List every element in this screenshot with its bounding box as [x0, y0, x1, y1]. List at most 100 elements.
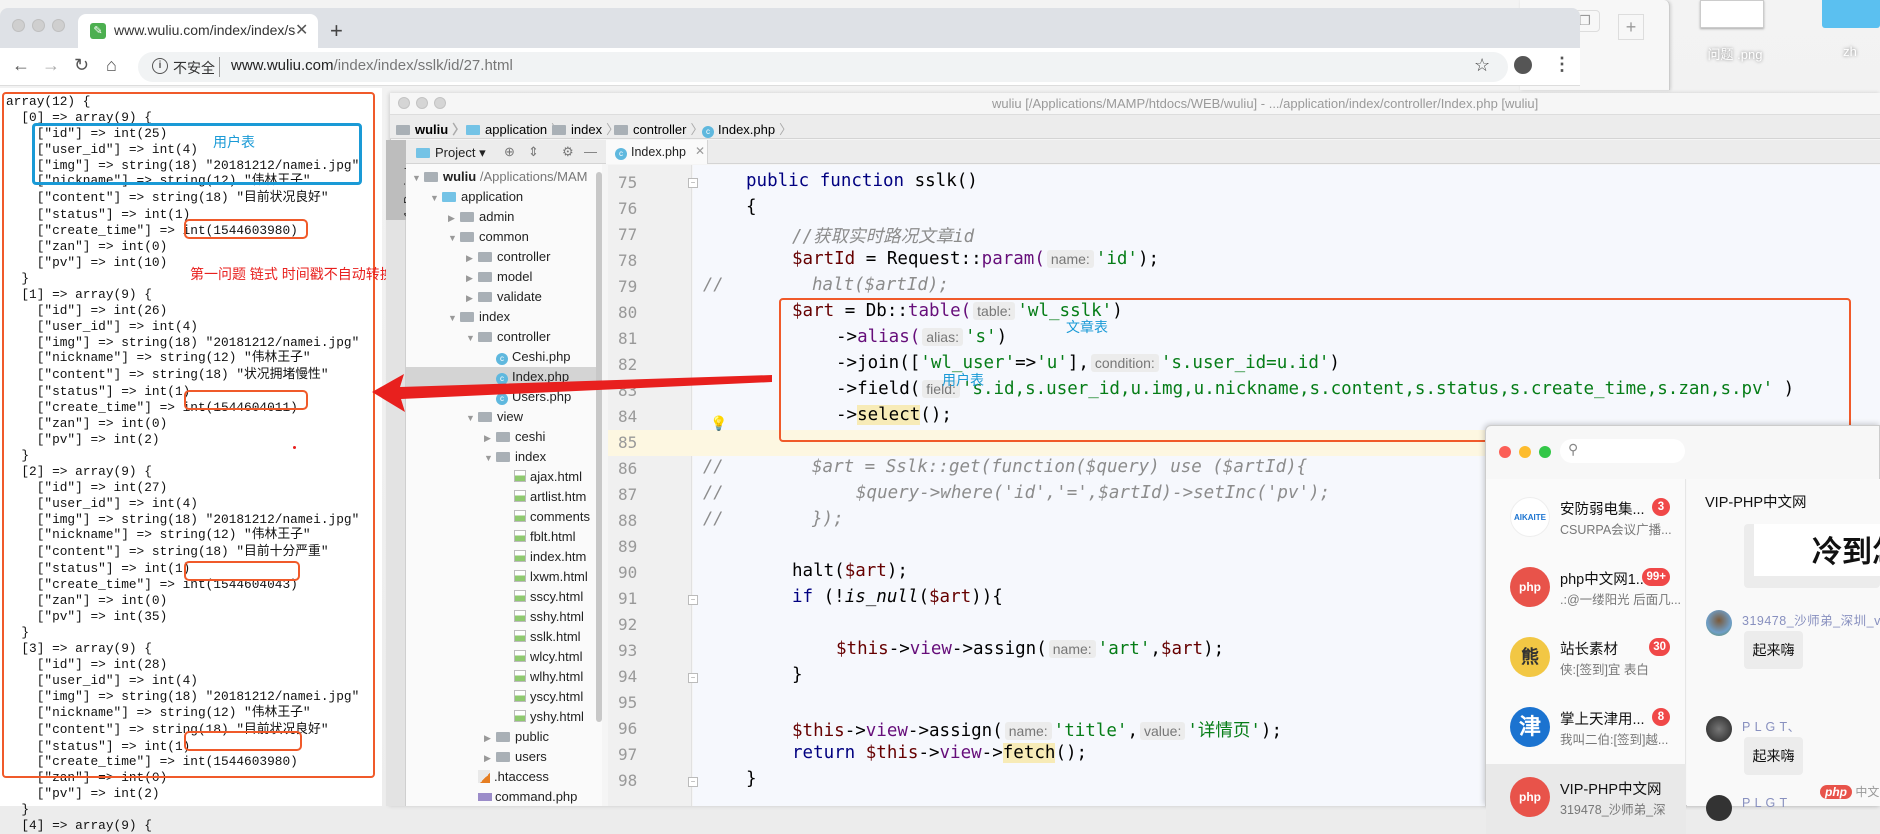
chat-minimize-button[interactable]: [1519, 446, 1531, 458]
tree-item[interactable]: artlist.htm: [502, 487, 586, 507]
conversation-item[interactable]: 津掌上天津用... 我叫二伯:[签到]越... 8: [1486, 694, 1686, 764]
collapse-arrow-icon[interactable]: ▶: [484, 728, 496, 748]
ide-close-button[interactable]: [398, 97, 410, 109]
tab-close-icon[interactable]: ✕: [295, 20, 308, 40]
desktop-file-thumbnail[interactable]: [1700, 0, 1764, 28]
tree-item[interactable]: ▼ controller: [466, 327, 550, 347]
tree-item[interactable]: comments: [502, 507, 590, 527]
security-label[interactable]: 不安全: [173, 58, 215, 78]
tree-item[interactable]: c Ceshi.php: [484, 347, 571, 367]
expand-arrow-icon[interactable]: ▼: [466, 328, 478, 348]
breadcrumb-item[interactable]: index 〉: [552, 119, 619, 138]
message-bubble[interactable]: 起来嗨: [1744, 737, 1803, 775]
collapse-arrow-icon[interactable]: ▶: [484, 748, 496, 768]
message-sender: 319478_沙师弟_深圳_vip3: [1742, 614, 1880, 628]
chat-close-button[interactable]: [1499, 446, 1511, 458]
more-vert-icon[interactable]: ⋮: [1553, 54, 1571, 75]
close-icon[interactable]: ✕: [695, 144, 705, 158]
tree-item[interactable]: ▶ validate: [466, 287, 542, 307]
conversation-item[interactable]: 熊站长素材 侠:[签到]宜 表白 30: [1486, 624, 1686, 694]
conversation-item[interactable]: AIKAITE 安防弱电集... CSURPA会议广播... 3: [1486, 484, 1686, 554]
tree-item[interactable]: ▶ public: [484, 727, 549, 747]
expand-arrow-icon[interactable]: ▼: [448, 308, 460, 328]
collapse-arrow-icon[interactable]: ▶: [448, 208, 460, 228]
account-icon[interactable]: [1514, 56, 1532, 74]
arrow-left-icon[interactable]: ←: [12, 55, 30, 76]
avatar[interactable]: [1706, 610, 1732, 636]
chat-zoom-button[interactable]: [1539, 446, 1551, 458]
tree-item[interactable]: index.htm: [502, 547, 586, 567]
breadcrumb-item[interactable]: application〉: [466, 119, 564, 138]
tree-item[interactable]: command.php: [466, 787, 577, 807]
collapse-arrow-icon[interactable]: ▶: [466, 268, 478, 288]
tree-item[interactable]: ▼ wuliu /Applications/MAM: [412, 167, 588, 187]
tree-item[interactable]: wlhy.html: [502, 667, 583, 687]
new-tab-button[interactable]: +: [330, 18, 343, 44]
tab-title[interactable]: www.wuliu.com/index/index/ss: [114, 22, 296, 38]
tree-item[interactable]: ▼ common: [448, 227, 529, 247]
tree-item[interactable]: sslk.html: [502, 627, 581, 647]
collapse-arrow-icon[interactable]: ▶: [484, 428, 496, 448]
tree-item[interactable]: ▶ ceshi: [484, 427, 545, 447]
tree-item[interactable]: fblt.html: [502, 527, 576, 547]
tree-item[interactable]: ▶ controller: [466, 247, 550, 267]
reload-icon[interactable]: ↻: [74, 55, 89, 76]
message-bubble[interactable]: 起来嗨: [1744, 631, 1803, 669]
ide-zoom-button[interactable]: [434, 97, 446, 109]
tree-item[interactable]: lxwm.html: [502, 567, 588, 587]
tree-item[interactable]: ▼ index: [484, 447, 546, 467]
avatar[interactable]: [1706, 795, 1732, 821]
fold-icon[interactable]: −: [688, 777, 698, 787]
desktop-folder-label[interactable]: zh: [1820, 44, 1880, 59]
breadcrumb-item[interactable]: controller 〉: [614, 119, 703, 138]
project-view-selector[interactable]: Project ▾: [416, 145, 486, 161]
desktop-folder-icon[interactable]: [1822, 0, 1880, 28]
avatar[interactable]: [1706, 716, 1732, 742]
new-tab-icon[interactable]: +: [1618, 14, 1644, 40]
arrow-right-icon[interactable]: →: [42, 55, 60, 76]
ide-minimize-button[interactable]: [416, 97, 428, 109]
tree-item[interactable]: ▶ admin: [448, 207, 514, 227]
url-text[interactable]: www.wuliu.com/index/index/sslk/id/27.htm…: [231, 57, 513, 74]
hide-panel-icon[interactable]: —: [584, 144, 597, 159]
tree-item[interactable]: ajax.html: [502, 467, 582, 487]
window-close-button[interactable]: [12, 19, 25, 32]
conversation-item[interactable]: php php中文网1... .:@一缕阳光 后面几... 99+: [1486, 554, 1686, 624]
breadcrumb-item[interactable]: wuliu 〉: [396, 119, 465, 138]
tree-item[interactable]: ▶ model: [466, 267, 532, 287]
tree-item[interactable]: .htaccess: [466, 767, 549, 787]
desktop-file-label[interactable]: 问题 .png: [1690, 44, 1780, 63]
tree-item[interactable]: yshy.html: [502, 707, 584, 727]
fold-icon[interactable]: −: [688, 673, 698, 683]
expand-arrow-icon[interactable]: ▼: [448, 228, 460, 248]
fold-icon[interactable]: −: [688, 595, 698, 605]
expand-arrow-icon[interactable]: ▼: [430, 188, 442, 208]
tree-item[interactable]: sshy.html: [502, 607, 584, 627]
scrollbar[interactable]: [596, 172, 602, 722]
dump-line: [4] => array(9) {: [6, 817, 152, 833]
info-icon[interactable]: i: [152, 58, 168, 74]
tree-item[interactable]: ▼ application: [430, 187, 523, 207]
code-line-96: $this->view->assign(name:'title', value: '…: [792, 721, 1282, 741]
window-minimize-button[interactable]: [32, 19, 45, 32]
tree-item[interactable]: yscy.html: [502, 687, 583, 707]
tree-item[interactable]: ▶ users: [484, 747, 547, 767]
expand-arrow-icon[interactable]: ▼: [484, 448, 496, 468]
gear-icon[interactable]: ⚙: [562, 144, 574, 160]
chat-search-input[interactable]: [1560, 439, 1685, 463]
expand-arrow-icon[interactable]: ▼: [412, 168, 424, 188]
star-icon[interactable]: ☆: [1474, 55, 1490, 76]
collapse-all-icon[interactable]: ⇕: [528, 144, 539, 160]
window-zoom-button[interactable]: [52, 19, 65, 32]
editor-tab-label[interactable]: c Index.php: [615, 145, 686, 160]
collapse-arrow-icon[interactable]: ▶: [466, 288, 478, 308]
home-icon[interactable]: ⌂: [106, 55, 117, 76]
breadcrumb-item[interactable]: c Index.php 〉: [702, 119, 792, 138]
tree-item[interactable]: ▼ index: [448, 307, 510, 327]
tree-item[interactable]: wlcy.html: [502, 647, 582, 667]
conversation-item[interactable]: php VIP-PHP中文网 319478_沙师弟_深: [1486, 764, 1686, 834]
collapse-arrow-icon[interactable]: ▶: [466, 248, 478, 268]
fold-icon[interactable]: −: [688, 178, 698, 188]
tree-item[interactable]: sscy.html: [502, 587, 583, 607]
locate-icon[interactable]: ⊕: [504, 144, 515, 160]
